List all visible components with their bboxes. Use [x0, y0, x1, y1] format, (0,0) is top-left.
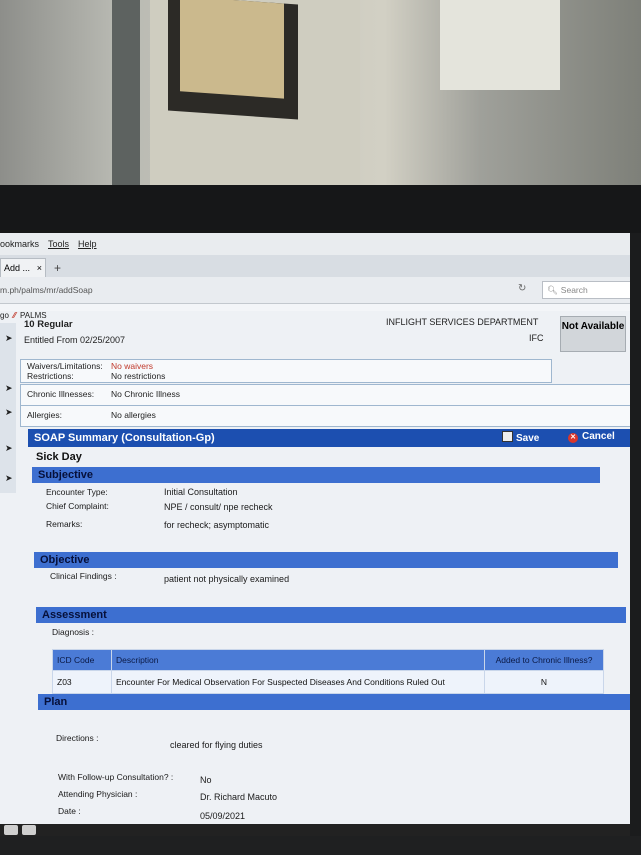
encounter-type-value: Initial Consultation: [164, 487, 238, 497]
menu-help[interactable]: Help: [78, 239, 97, 249]
explorer-icon[interactable]: [22, 825, 36, 835]
save-icon: [502, 431, 513, 442]
allergies-value: No allergies: [111, 410, 156, 420]
photo-not-available: Not Available: [560, 316, 626, 352]
search-icon: 🔍︎: [547, 284, 558, 295]
door-frame: [112, 0, 140, 200]
expand-chevron-icon[interactable]: ➤: [5, 333, 13, 344]
col-description: Description: [111, 649, 485, 671]
encounter-type-label: Encounter Type:: [46, 487, 108, 497]
clinical-findings-label: Clinical Findings :: [50, 571, 117, 581]
allergies-row: Allergies: No allergies: [20, 405, 630, 427]
chronic-value: No Chronic Illness: [111, 389, 180, 399]
entitled-date: Entitled From 02/25/2007: [24, 335, 126, 345]
menu-bookmarks[interactable]: ookmarks: [0, 239, 39, 249]
col-chronic: Added to Chronic Illness?: [484, 649, 604, 671]
save-label: Save: [516, 433, 540, 444]
remarks-value: for recheck; asymptomatic: [164, 520, 270, 530]
menu-tools[interactable]: Tools: [48, 239, 69, 249]
table-header-row: ICD Code Description Added to Chronic Il…: [52, 649, 604, 671]
wall-cabinet: [440, 0, 560, 90]
tab-label: Add ...: [4, 263, 31, 273]
tab-close-icon[interactable]: ×: [37, 263, 42, 273]
assessment-header: Assessment: [36, 607, 626, 623]
wall-frame: [168, 0, 298, 120]
col-icd-code: ICD Code: [52, 649, 112, 671]
expand-chevron-icon[interactable]: ➤: [5, 473, 13, 484]
monitor-screen: ookmarks Tools Help Add ... × + m.ph/pal…: [0, 233, 630, 836]
chronic-illness-row: Chronic Illnesses: No Chronic Illness: [20, 384, 630, 406]
expand-chevron-icon[interactable]: ➤: [5, 407, 13, 418]
cancel-icon: ✕: [568, 433, 578, 443]
monitor-bezel-right: [630, 233, 641, 855]
chief-complaint-label: Chief Complaint:: [46, 501, 109, 511]
new-tab-icon[interactable]: +: [54, 261, 61, 275]
base-label: IFC: [529, 333, 544, 343]
icd-code-cell: Z03: [52, 670, 112, 694]
remarks-label: Remarks:: [46, 519, 83, 529]
subjective-header: Subjective: [32, 467, 600, 483]
plan-heading: Plan: [44, 696, 68, 708]
chronic-cell: N: [484, 670, 604, 694]
assessment-heading: Assessment: [42, 609, 107, 621]
photo-background: [0, 0, 641, 200]
os-taskbar: [0, 824, 630, 836]
subjective-heading: Subjective: [38, 469, 94, 481]
clinical-findings-value: patient not physically examined: [164, 574, 290, 584]
physician-value: Dr. Richard Macuto: [200, 792, 278, 802]
followup-label: With Follow-up Consultation? :: [58, 772, 174, 782]
monitor-bezel-top: [0, 185, 641, 233]
address-bar: m.ph/palms/mr/addSoap ↻ 🔍︎ Search: [0, 277, 630, 304]
objective-heading: Objective: [40, 554, 90, 566]
cancel-label: Cancel: [582, 431, 615, 442]
date-value: 05/09/2021: [200, 811, 246, 821]
expand-chevron-icon[interactable]: ➤: [5, 383, 13, 394]
soap-title-bar: SOAP Summary (Consultation-Gp) Save ✕ Can…: [28, 429, 630, 447]
employee-header: 10 Regular Entitled From 02/25/2007 INFL…: [20, 317, 552, 357]
waivers-label: Waivers/Limitations:: [27, 361, 103, 371]
objective-header: Objective: [34, 552, 618, 568]
expand-chevron-icon[interactable]: ➤: [5, 443, 13, 454]
directions-label: Directions :: [56, 733, 99, 743]
soap-title: SOAP Summary (Consultation-Gp): [34, 432, 215, 444]
search-placeholder: Search: [560, 285, 588, 295]
physician-label: Attending Physician :: [58, 789, 138, 799]
browser-tab[interactable]: Add ... ×: [0, 258, 46, 277]
date-label: Date :: [58, 806, 81, 816]
waivers-value: No waivers: [111, 361, 154, 371]
brand-prefix: go: [0, 311, 9, 320]
browser-tabbar: Add ... × +: [0, 255, 630, 277]
diagnosis-table: ICD Code Description Added to Chronic Il…: [52, 649, 604, 694]
monitor-bezel-bottom: [0, 836, 641, 855]
cancel-button[interactable]: ✕ Cancel: [568, 431, 615, 443]
disposition: Sick Day: [36, 451, 82, 463]
description-cell: Encounter For Medical Observation For Su…: [111, 670, 485, 694]
reload-icon[interactable]: ↻: [518, 283, 532, 297]
search-input[interactable]: 🔍︎ Search: [542, 281, 630, 299]
palms-app: go ⁄⁄ PALMS ➤ ➤ ➤ ➤ ➤ 10 Regular Entitle…: [0, 311, 630, 836]
restrictions-label: Restrictions:: [27, 371, 74, 381]
table-row: Z03 Encounter For Medical Observation Fo…: [52, 670, 604, 694]
chief-complaint-value: NPE / consult/ npe recheck: [164, 502, 273, 512]
diagnosis-label: Diagnosis :: [52, 627, 95, 637]
browser-menubar: ookmarks Tools Help: [0, 233, 630, 255]
palms-logo-icon: ⁄⁄: [13, 311, 16, 320]
allergies-label: Allergies:: [27, 410, 62, 420]
restrictions-value: No restrictions: [111, 371, 166, 381]
directions-value: cleared for flying duties: [170, 740, 263, 750]
plan-header: Plan: [38, 694, 630, 710]
chronic-label: Chronic Illnesses:: [27, 389, 95, 399]
employee-status: 10 Regular: [24, 319, 73, 330]
url-field[interactable]: m.ph/palms/mr/addSoap: [0, 285, 93, 295]
department-label: INFLIGHT SERVICES DEPARTMENT: [386, 317, 539, 327]
start-icon[interactable]: [4, 825, 18, 835]
left-nav-gutter: ➤ ➤ ➤ ➤ ➤: [0, 323, 16, 493]
followup-value: No: [200, 775, 212, 785]
save-button[interactable]: Save: [502, 431, 539, 444]
waivers-row: Waivers/Limitations: No waivers Restrict…: [20, 359, 552, 383]
